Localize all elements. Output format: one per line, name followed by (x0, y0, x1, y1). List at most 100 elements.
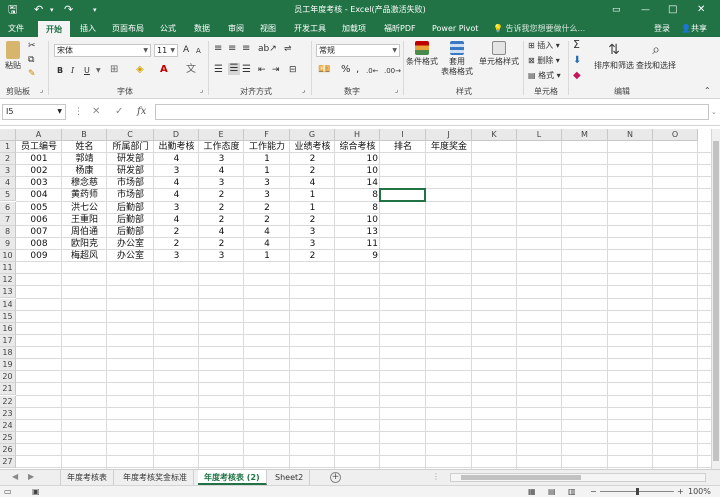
tab-formulas[interactable]: 公式 (158, 20, 178, 37)
header-cell[interactable]: 排名 (380, 141, 426, 153)
font-launcher-icon[interactable]: ⌟ (200, 86, 203, 94)
grow-font-button[interactable]: A (183, 44, 189, 56)
sheet-tab[interactable]: Sheet2 (269, 470, 311, 485)
column-header[interactable]: E (199, 129, 244, 141)
data-cell[interactable]: 1 (290, 189, 335, 201)
data-cell[interactable]: 3 (154, 202, 199, 214)
wrap-text-icon[interactable]: ⇌ (284, 43, 292, 55)
data-cell[interactable]: 1 (244, 250, 290, 262)
add-sheet-button[interactable]: + (330, 472, 341, 483)
data-cell[interactable]: 欧阳克 (62, 238, 107, 250)
scroll-thumb[interactable] (461, 475, 581, 480)
header-cell[interactable]: 姓名 (62, 141, 107, 153)
format-painter-icon[interactable]: ✎ (28, 68, 36, 80)
tab-split-icon[interactable]: ⋮ (432, 472, 440, 481)
data-cell[interactable]: 4 (154, 177, 199, 189)
column-header[interactable]: L (517, 129, 562, 141)
expand-formula-bar-icon[interactable]: ⌄ (711, 104, 717, 120)
clipboard-launcher-icon[interactable]: ⌟ (40, 86, 43, 94)
data-cell[interactable]: 2 (199, 214, 244, 226)
tab-view[interactable]: 视图 (258, 20, 278, 37)
borders-icon[interactable]: ⊞ (110, 64, 118, 76)
tab-review[interactable]: 审阅 (226, 20, 246, 37)
data-cell[interactable]: 洪七公 (62, 202, 107, 214)
header-cell[interactable]: 出勤考核 (154, 141, 199, 153)
row-header[interactable]: 27 (0, 456, 16, 469)
data-cell[interactable]: 9 (335, 250, 380, 262)
data-cell[interactable]: 郭靖 (62, 153, 107, 165)
ribbon-display-icon[interactable]: ▭ (612, 3, 621, 17)
data-cell[interactable]: 4 (199, 226, 244, 238)
minimize-icon[interactable]: — (641, 3, 650, 17)
tab-addins[interactable]: 加载项 (340, 20, 368, 37)
fill-icon[interactable]: ⬇ (573, 55, 581, 67)
bold-button[interactable]: B (57, 65, 63, 77)
font-name-select[interactable]: 宋体 ▼ (54, 44, 151, 57)
data-cell[interactable]: 2 (199, 202, 244, 214)
data-cell[interactable]: 后勤部 (107, 202, 154, 214)
scroll-thumb[interactable] (713, 141, 719, 461)
data-cell[interactable]: 004 (16, 189, 62, 201)
header-cell[interactable]: 工作态度 (199, 141, 244, 153)
column-header[interactable]: O (653, 129, 698, 141)
data-cell[interactable]: 2 (244, 214, 290, 226)
find-select-button[interactable]: ⌕ 查找和选择 (636, 41, 676, 71)
data-cell[interactable]: 4 (154, 153, 199, 165)
font-size-select[interactable]: 11 ▼ (154, 44, 178, 57)
enter-icon[interactable]: ✓ (115, 104, 123, 120)
data-cell[interactable]: 005 (16, 202, 62, 214)
close-icon[interactable]: ✕ (697, 3, 705, 17)
insert-cells-button[interactable]: ⊞ 插入 ▾ (528, 40, 560, 52)
alignment-launcher-icon[interactable]: ⌟ (302, 86, 305, 94)
copy-icon[interactable]: ⧉ (28, 54, 34, 66)
row-header[interactable]: 17 (0, 334, 16, 347)
data-cell[interactable]: 3 (199, 177, 244, 189)
format-as-table-button[interactable]: 套用 表格格式 (440, 41, 474, 77)
header-cell[interactable]: 业绩考核 (290, 141, 335, 153)
decrease-indent-icon[interactable]: ⇤ (258, 64, 266, 76)
data-cell[interactable]: 008 (16, 238, 62, 250)
comma-button[interactable]: , (356, 64, 359, 76)
format-cells-button[interactable]: ▤ 格式 ▾ (528, 70, 561, 82)
data-cell[interactable]: 10 (335, 153, 380, 165)
sheet-tab-active[interactable]: 年度考核表 (2) (198, 470, 267, 485)
data-cell[interactable]: 1 (290, 202, 335, 214)
tab-developer[interactable]: 开发工具 (292, 20, 328, 37)
data-cell[interactable]: 2 (290, 214, 335, 226)
data-cell[interactable]: 2 (290, 250, 335, 262)
column-header[interactable]: I (380, 129, 426, 141)
data-cell[interactable]: 002 (16, 165, 62, 177)
column-header[interactable]: N (608, 129, 653, 141)
row-header[interactable]: 15 (0, 310, 16, 323)
row-header[interactable]: 2 (0, 153, 16, 166)
data-cell[interactable]: 研发部 (107, 165, 154, 177)
row-header[interactable]: 10 (0, 250, 16, 263)
row-header[interactable]: 9 (0, 237, 16, 250)
clear-icon[interactable]: ◆ (573, 70, 581, 82)
zoom-level[interactable]: 100% (688, 486, 711, 497)
wen-phonetic-icon[interactable]: 文 (186, 64, 196, 76)
data-cell[interactable]: 周伯通 (62, 226, 107, 238)
tab-page-layout[interactable]: 页面布局 (110, 20, 146, 37)
select-all-corner[interactable] (0, 129, 16, 141)
maximize-icon[interactable]: □ (668, 3, 677, 17)
data-cell[interactable]: 11 (335, 238, 380, 250)
row-header[interactable]: 19 (0, 359, 16, 372)
merge-center-icon[interactable]: ⊟ (289, 64, 297, 76)
data-cell[interactable]: 4 (244, 226, 290, 238)
align-top-icon[interactable]: ≡ (214, 43, 222, 55)
tab-data[interactable]: 数据 (192, 20, 212, 37)
row-header[interactable]: 24 (0, 419, 16, 432)
autosum-button[interactable]: Σ (573, 39, 580, 51)
header-cell[interactable]: 所属部门 (107, 141, 154, 153)
percent-button[interactable]: % (341, 64, 351, 76)
page-layout-view-icon[interactable]: ▤ (548, 486, 556, 497)
data-cell[interactable]: 2 (154, 226, 199, 238)
data-cell[interactable]: 后勤部 (107, 214, 154, 226)
data-cell[interactable]: 研发部 (107, 153, 154, 165)
row-header[interactable]: 1 (0, 141, 16, 153)
data-cell[interactable]: 杨康 (62, 165, 107, 177)
data-cell[interactable]: 2 (199, 189, 244, 201)
data-cell[interactable]: 8 (335, 202, 380, 214)
sort-filter-button[interactable]: ⇅ 排序和筛选 (594, 41, 634, 71)
